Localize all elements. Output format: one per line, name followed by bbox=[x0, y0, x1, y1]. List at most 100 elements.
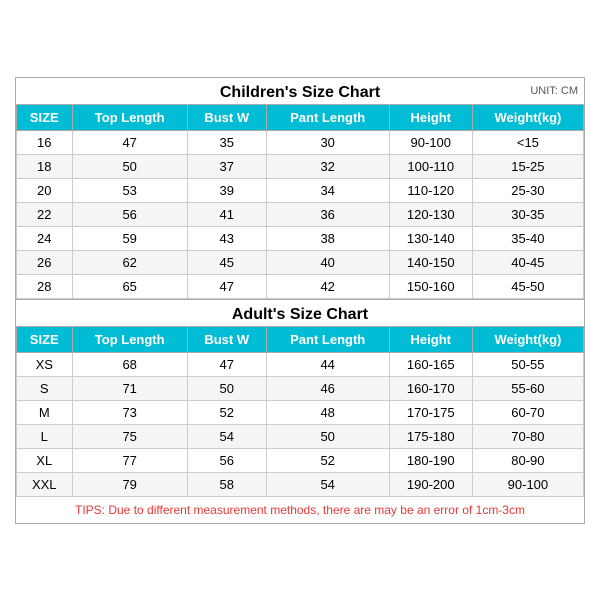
table-cell: 90-100 bbox=[389, 130, 472, 154]
table-cell: 120-130 bbox=[389, 202, 472, 226]
table-cell: 50 bbox=[72, 154, 187, 178]
table-cell: 47 bbox=[187, 274, 266, 298]
table-cell: 20 bbox=[17, 178, 73, 202]
col-top-length: Top Length bbox=[72, 104, 187, 130]
col-pant-length: Pant Length bbox=[266, 104, 389, 130]
table-cell: 160-170 bbox=[389, 376, 472, 400]
col-height: Height bbox=[389, 326, 472, 352]
table-cell: <15 bbox=[472, 130, 583, 154]
col-height: Height bbox=[389, 104, 472, 130]
table-cell: 170-175 bbox=[389, 400, 472, 424]
table-cell: 62 bbox=[72, 250, 187, 274]
table-cell: 50-55 bbox=[472, 352, 583, 376]
table-cell: XXL bbox=[17, 472, 73, 496]
table-cell: 32 bbox=[266, 154, 389, 178]
table-cell: 110-120 bbox=[389, 178, 472, 202]
table-cell: 37 bbox=[187, 154, 266, 178]
table-cell: 56 bbox=[72, 202, 187, 226]
table-cell: 36 bbox=[266, 202, 389, 226]
table-cell: S bbox=[17, 376, 73, 400]
table-cell: M bbox=[17, 400, 73, 424]
table-row: 1647353090-100<15 bbox=[17, 130, 584, 154]
table-cell: 71 bbox=[72, 376, 187, 400]
table-cell: 60-70 bbox=[472, 400, 583, 424]
table-cell: 40 bbox=[266, 250, 389, 274]
table-row: 18503732100-11015-25 bbox=[17, 154, 584, 178]
table-row: 24594338130-14035-40 bbox=[17, 226, 584, 250]
table-cell: 150-160 bbox=[389, 274, 472, 298]
table-cell: 130-140 bbox=[389, 226, 472, 250]
children-title: Children's Size Chart bbox=[220, 84, 380, 101]
table-cell: 160-165 bbox=[389, 352, 472, 376]
children-header-row: SIZE Top Length Bust W Pant Length Heigh… bbox=[17, 104, 584, 130]
table-row: 20533934110-12025-30 bbox=[17, 178, 584, 202]
table-cell: 52 bbox=[266, 448, 389, 472]
table-cell: 47 bbox=[187, 352, 266, 376]
table-cell: 41 bbox=[187, 202, 266, 226]
table-row: S715046160-17055-60 bbox=[17, 376, 584, 400]
table-cell: 48 bbox=[266, 400, 389, 424]
col-size: SIZE bbox=[17, 104, 73, 130]
table-cell: 175-180 bbox=[389, 424, 472, 448]
table-row: 26624540140-15040-45 bbox=[17, 250, 584, 274]
table-cell: L bbox=[17, 424, 73, 448]
table-cell: 25-30 bbox=[472, 178, 583, 202]
table-cell: 38 bbox=[266, 226, 389, 250]
table-cell: 50 bbox=[187, 376, 266, 400]
size-chart-wrapper: Children's Size Chart UNIT: CM SIZE Top … bbox=[15, 77, 585, 524]
col-weight: Weight(kg) bbox=[472, 104, 583, 130]
table-cell: 28 bbox=[17, 274, 73, 298]
adult-header-row: SIZE Top Length Bust W Pant Length Heigh… bbox=[17, 326, 584, 352]
table-cell: 55-60 bbox=[472, 376, 583, 400]
table-cell: 80-90 bbox=[472, 448, 583, 472]
table-row: XL775652180-19080-90 bbox=[17, 448, 584, 472]
table-cell: 45 bbox=[187, 250, 266, 274]
table-cell: 180-190 bbox=[389, 448, 472, 472]
table-cell: 90-100 bbox=[472, 472, 583, 496]
table-row: 22564136120-13030-35 bbox=[17, 202, 584, 226]
adult-title: Adult's Size Chart bbox=[232, 306, 368, 323]
table-cell: 77 bbox=[72, 448, 187, 472]
table-cell: 54 bbox=[187, 424, 266, 448]
table-cell: 35 bbox=[187, 130, 266, 154]
col-pant-length: Pant Length bbox=[266, 326, 389, 352]
table-cell: 39 bbox=[187, 178, 266, 202]
table-cell: 75 bbox=[72, 424, 187, 448]
table-cell: 34 bbox=[266, 178, 389, 202]
table-cell: 140-150 bbox=[389, 250, 472, 274]
table-cell: 35-40 bbox=[472, 226, 583, 250]
col-top-length: Top Length bbox=[72, 326, 187, 352]
table-cell: 54 bbox=[266, 472, 389, 496]
table-cell: 30 bbox=[266, 130, 389, 154]
table-cell: 24 bbox=[17, 226, 73, 250]
unit-label: UNIT: CM bbox=[530, 85, 578, 97]
table-cell: 73 bbox=[72, 400, 187, 424]
table-cell: 26 bbox=[17, 250, 73, 274]
col-bust-w: Bust W bbox=[187, 104, 266, 130]
table-cell: XL bbox=[17, 448, 73, 472]
col-bust-w: Bust W bbox=[187, 326, 266, 352]
table-cell: 42 bbox=[266, 274, 389, 298]
table-cell: 40-45 bbox=[472, 250, 583, 274]
table-cell: 15-25 bbox=[472, 154, 583, 178]
tips-text: TIPS: Due to different measurement metho… bbox=[16, 497, 584, 523]
table-cell: 45-50 bbox=[472, 274, 583, 298]
table-cell: 44 bbox=[266, 352, 389, 376]
table-row: M735248170-17560-70 bbox=[17, 400, 584, 424]
table-row: L755450175-18070-80 bbox=[17, 424, 584, 448]
adult-title-row: Adult's Size Chart bbox=[16, 300, 584, 326]
adult-table: SIZE Top Length Bust W Pant Length Heigh… bbox=[16, 326, 584, 497]
table-row: XS684744160-16550-55 bbox=[17, 352, 584, 376]
table-cell: XS bbox=[17, 352, 73, 376]
table-cell: 65 bbox=[72, 274, 187, 298]
table-cell: 47 bbox=[72, 130, 187, 154]
table-cell: 70-80 bbox=[472, 424, 583, 448]
table-cell: 16 bbox=[17, 130, 73, 154]
table-cell: 59 bbox=[72, 226, 187, 250]
table-cell: 53 bbox=[72, 178, 187, 202]
table-cell: 43 bbox=[187, 226, 266, 250]
children-table: SIZE Top Length Bust W Pant Length Heigh… bbox=[16, 104, 584, 299]
table-cell: 30-35 bbox=[472, 202, 583, 226]
col-size: SIZE bbox=[17, 326, 73, 352]
table-cell: 79 bbox=[72, 472, 187, 496]
